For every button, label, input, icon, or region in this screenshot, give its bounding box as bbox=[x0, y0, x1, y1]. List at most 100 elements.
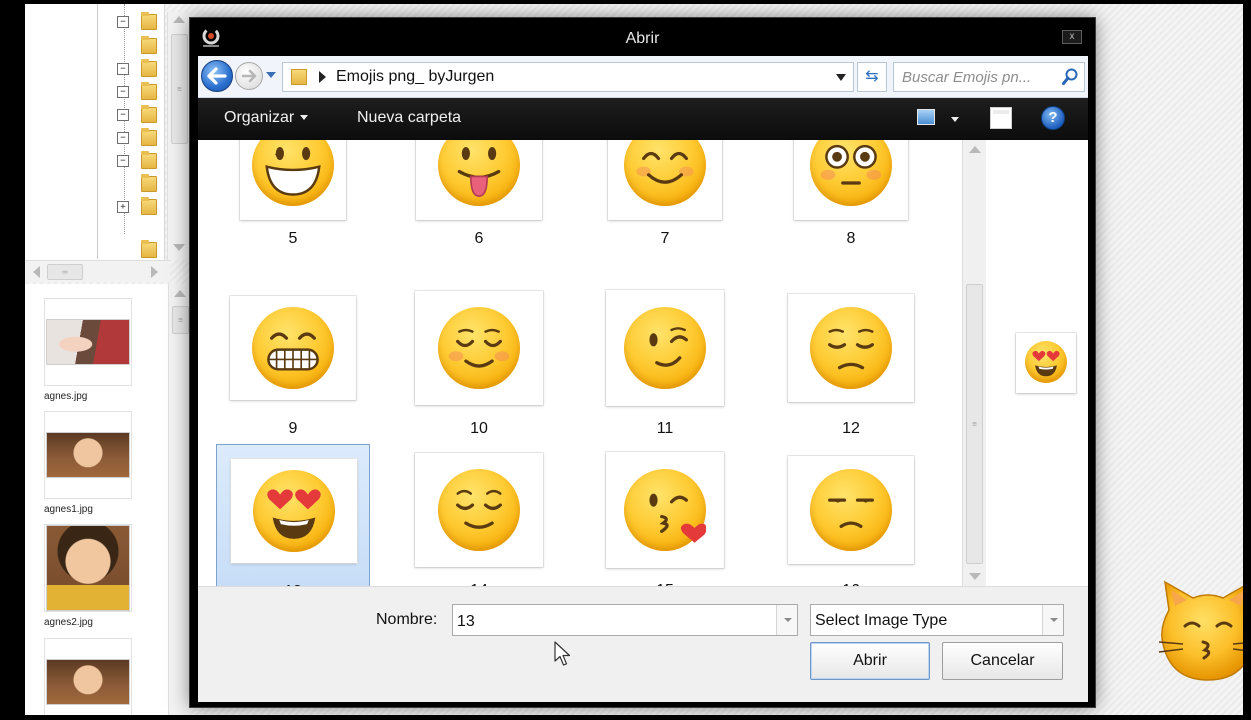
view-options-chevron-icon[interactable] bbox=[951, 117, 959, 122]
expand-icon[interactable]: − bbox=[117, 132, 129, 144]
flushed-emoji-icon bbox=[810, 140, 892, 206]
scroll-left-icon[interactable] bbox=[33, 266, 40, 278]
tree-node[interactable]: + bbox=[115, 197, 165, 217]
file-item-11[interactable]: 11 bbox=[588, 282, 742, 442]
heart-eyes-emoji-icon bbox=[253, 470, 335, 552]
search-icon[interactable] bbox=[1062, 68, 1078, 86]
expand-icon[interactable]: − bbox=[117, 86, 129, 98]
file-thumbnail bbox=[415, 453, 543, 567]
breadcrumb-chevron-icon[interactable] bbox=[319, 71, 326, 83]
heart-eyes-emoji-icon bbox=[1025, 341, 1067, 383]
scroll-thumb[interactable]: ≡ bbox=[171, 34, 188, 144]
grin-emoji-icon bbox=[252, 140, 334, 206]
scroll-right-icon[interactable] bbox=[151, 266, 158, 278]
cancel-button[interactable]: Cancelar bbox=[942, 642, 1063, 680]
expand-icon[interactable]: − bbox=[117, 155, 129, 167]
file-label: 5 bbox=[288, 230, 298, 247]
file-type-select[interactable]: Select Image Type bbox=[810, 604, 1064, 636]
thumbnail-item[interactable]: agnes.jpg bbox=[44, 298, 134, 402]
back-arrow-icon bbox=[202, 61, 232, 91]
thumbnail-label: agnes1.jpg bbox=[44, 504, 93, 515]
tree-node[interactable] bbox=[115, 240, 165, 260]
file-item-9[interactable]: 9 bbox=[216, 282, 370, 442]
help-button[interactable]: ? bbox=[1041, 106, 1065, 130]
recent-locations-dropdown-icon[interactable] bbox=[266, 72, 276, 78]
file-item-14[interactable]: 14 bbox=[402, 444, 556, 586]
title-bar[interactable]: Abrir x bbox=[190, 18, 1095, 56]
grip-icon: ≡ bbox=[177, 84, 182, 94]
preview-pane-icon[interactable] bbox=[990, 107, 1012, 129]
search-input[interactable]: Buscar Emojis pn... bbox=[893, 62, 1085, 92]
scroll-thumb[interactable]: ∞ bbox=[47, 264, 83, 280]
tree-node[interactable]: − bbox=[115, 128, 165, 148]
file-item-8[interactable]: 8 bbox=[774, 140, 928, 254]
refresh-icon: ⇆ bbox=[865, 68, 879, 85]
preview-pane bbox=[986, 140, 1088, 586]
open-button[interactable]: Abrir bbox=[810, 642, 930, 680]
expand-icon[interactable]: − bbox=[117, 109, 129, 121]
grip-icon: ≡ bbox=[178, 315, 183, 325]
file-item-6[interactable]: 6 bbox=[402, 140, 556, 254]
file-label: 9 bbox=[288, 420, 298, 437]
scroll-thumb[interactable]: ≡ bbox=[172, 306, 189, 334]
file-thumbnail bbox=[606, 452, 724, 568]
change-view-icon[interactable] bbox=[917, 109, 935, 125]
file-thumbnail bbox=[230, 296, 356, 400]
address-dropdown-icon[interactable] bbox=[836, 74, 846, 81]
file-name-input[interactable]: 13 bbox=[452, 604, 798, 636]
thumbnail-scrollbar[interactable]: ≡ bbox=[168, 284, 190, 715]
scroll-down-icon[interactable] bbox=[173, 244, 185, 251]
breadcrumb-current-folder[interactable]: Emojis png_ byJurgen bbox=[336, 68, 494, 86]
scroll-down-icon[interactable] bbox=[969, 573, 981, 580]
file-item-16[interactable]: 16 bbox=[774, 444, 928, 586]
organize-label: Organizar bbox=[224, 109, 295, 126]
tree-node[interactable]: − bbox=[115, 151, 165, 171]
thumbnail-frame bbox=[44, 524, 132, 612]
tree-node[interactable]: − bbox=[115, 59, 165, 79]
tree-divider bbox=[97, 4, 98, 259]
file-item-12[interactable]: 12 bbox=[774, 282, 928, 442]
folder-icon bbox=[141, 151, 157, 169]
address-bar[interactable]: Emojis png_ byJurgen bbox=[282, 62, 854, 92]
tree-node[interactable] bbox=[115, 174, 165, 194]
new-folder-button[interactable]: Nueva carpeta bbox=[357, 109, 461, 127]
file-item-5[interactable]: 5 bbox=[216, 140, 370, 254]
dialog-body: Emojis png_ byJurgen ⇆ Buscar Emojis pn.… bbox=[198, 56, 1088, 702]
file-item-15[interactable]: 15 bbox=[588, 444, 742, 586]
folder-icon bbox=[141, 128, 157, 146]
thumbnail-frame bbox=[44, 638, 132, 715]
tree-node[interactable]: − bbox=[115, 82, 165, 102]
thumbnail-list: agnes.jpg agnes1.jpg agnes2.jpg bbox=[25, 284, 168, 715]
file-item-7[interactable]: 7 bbox=[588, 140, 742, 254]
file-type-dropdown-icon[interactable] bbox=[1042, 605, 1063, 635]
tree-horizontal-scrollbar[interactable]: ∞ bbox=[25, 260, 170, 282]
scroll-up-icon[interactable] bbox=[173, 16, 185, 23]
thumbnail-image bbox=[46, 659, 130, 705]
forward-button[interactable] bbox=[235, 62, 263, 90]
thumbnail-item[interactable] bbox=[44, 638, 134, 715]
back-button[interactable] bbox=[201, 60, 233, 92]
file-thumbnail bbox=[240, 140, 346, 220]
thumbnail-item[interactable]: agnes1.jpg bbox=[44, 411, 134, 515]
scroll-thumb[interactable]: ≡ bbox=[966, 284, 983, 564]
refresh-button[interactable]: ⇆ bbox=[857, 62, 887, 92]
thumbnail-item[interactable]: agnes2.jpg bbox=[44, 524, 134, 628]
organize-menu-button[interactable]: Organizar bbox=[224, 109, 309, 127]
search-placeholder: Buscar Emojis pn... bbox=[902, 69, 1032, 86]
file-grid-scrollbar[interactable]: ≡ bbox=[962, 140, 986, 586]
file-label: 6 bbox=[474, 230, 484, 247]
tree-vertical-scrollbar[interactable]: ≡ bbox=[167, 12, 190, 260]
expand-icon[interactable]: − bbox=[117, 16, 129, 28]
tree-node[interactable]: − bbox=[115, 12, 165, 32]
tree-node[interactable]: − bbox=[115, 105, 165, 125]
scroll-up-icon[interactable] bbox=[969, 146, 981, 153]
expand-icon[interactable]: + bbox=[117, 201, 129, 213]
file-item-13[interactable]: 13 bbox=[216, 444, 370, 586]
close-button[interactable]: x bbox=[1062, 30, 1082, 44]
tree-node[interactable] bbox=[115, 36, 165, 56]
file-name-dropdown-icon[interactable] bbox=[776, 605, 797, 635]
expand-icon[interactable]: − bbox=[117, 63, 129, 75]
scroll-up-icon[interactable] bbox=[174, 290, 186, 297]
command-toolbar: Organizar Nueva carpeta ? bbox=[198, 98, 1088, 140]
file-item-10[interactable]: 10 bbox=[402, 282, 556, 442]
